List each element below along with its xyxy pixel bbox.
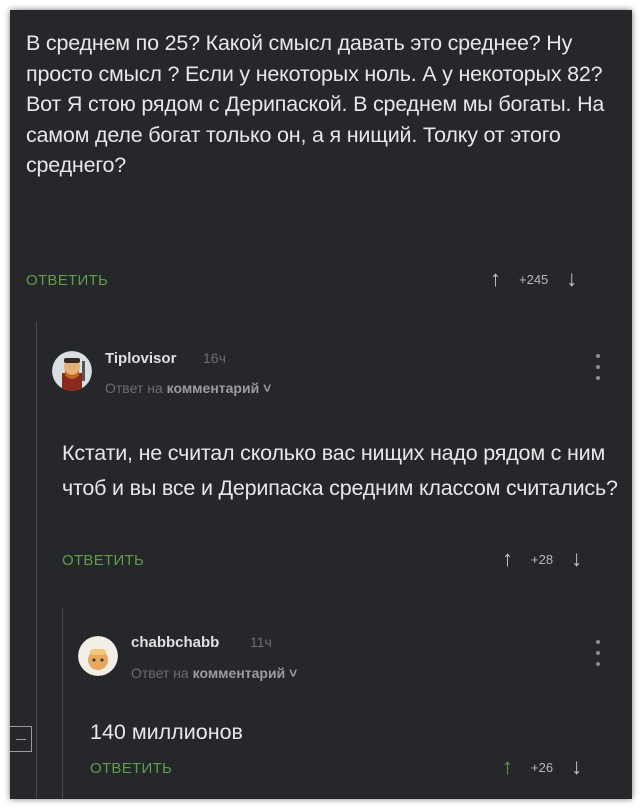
downvote-icon[interactable]: ↓ [566, 268, 577, 290]
comment-text: 140 миллионов [90, 720, 243, 744]
more-options-icon[interactable] [595, 354, 601, 380]
comment-score: +245 [519, 271, 549, 287]
reply-to-link[interactable]: комментарий ˅ [167, 380, 272, 396]
reply-to-prefix: Ответ на [131, 665, 189, 681]
avatar[interactable] [52, 351, 92, 391]
avatar[interactable] [78, 636, 118, 676]
upvote-icon[interactable]: ↑ [490, 268, 501, 290]
reply-to: Ответ на комментарий ˅ [105, 380, 271, 396]
comment-time: 16ч [203, 350, 226, 366]
thread-line-nested [62, 608, 63, 799]
upvote-icon[interactable]: ↑ [502, 756, 513, 778]
vote-controls: ↑ +245 ↓ [490, 268, 577, 290]
reply-button[interactable]: ОТВЕТИТЬ [62, 552, 144, 569]
upvote-icon[interactable]: ↑ [502, 548, 513, 570]
more-options-icon[interactable] [595, 640, 601, 666]
reply-to-link[interactable]: комментарий ˅ [193, 665, 298, 681]
reply-button[interactable]: ОТВЕТИТЬ [90, 760, 172, 777]
username[interactable]: Tiplovisor [105, 350, 176, 367]
comment-score: +28 [531, 551, 554, 567]
collapse-thread-button[interactable] [10, 726, 32, 752]
reply-button[interactable]: ОТВЕТИТЬ [26, 272, 108, 289]
reply-to: Ответ на комментарий ˅ [131, 665, 297, 681]
vote-controls: ↑ +28 ↓ [502, 548, 582, 570]
vote-controls: ↑ +26 ↓ [502, 756, 582, 778]
comment-text: Кстати, не считал сколько вас нищих надо… [62, 441, 618, 500]
comment-score: +26 [531, 759, 554, 775]
reply-to-prefix: Ответ на [105, 380, 163, 396]
comments-panel: В среднем по 25? Какой смысл давать это … [10, 10, 632, 799]
comment-time: 11ч [250, 634, 272, 650]
downvote-icon[interactable]: ↓ [571, 548, 582, 570]
thread-line [36, 322, 37, 799]
downvote-icon[interactable]: ↓ [571, 756, 582, 778]
username[interactable]: chabbchabb [131, 634, 219, 651]
comment-text: В среднем по 25? Какой смысл давать это … [26, 31, 605, 177]
